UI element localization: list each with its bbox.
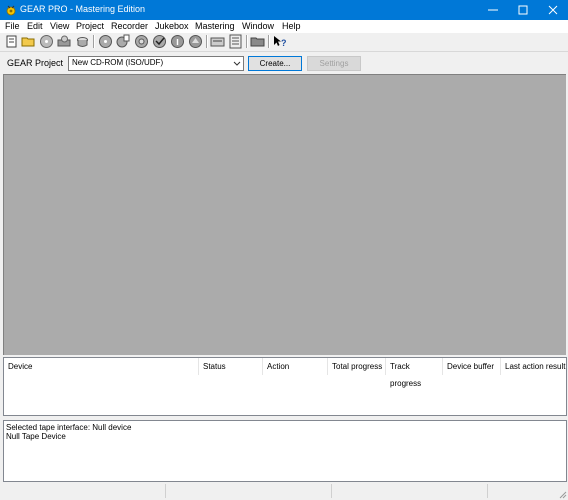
menu-edit[interactable]: Edit bbox=[27, 21, 43, 31]
new-document-icon[interactable] bbox=[4, 34, 19, 49]
resize-grip-icon[interactable] bbox=[557, 489, 567, 499]
menu-project[interactable]: Project bbox=[76, 21, 104, 31]
column-last-action-result[interactable]: Last action result bbox=[501, 358, 566, 375]
disc-icon[interactable] bbox=[39, 34, 54, 49]
toolbar-separator bbox=[93, 35, 95, 48]
maximize-button[interactable] bbox=[508, 0, 538, 20]
minimize-button[interactable] bbox=[478, 0, 508, 20]
column-total-progress[interactable]: Total progress bbox=[328, 358, 386, 375]
column-device-buffer[interactable]: Device buffer bbox=[443, 358, 501, 375]
status-segment bbox=[166, 484, 332, 498]
title-bar: GEAR PRO - Mastering Edition bbox=[0, 0, 568, 20]
device-list[interactable]: Device Status Action Total progress Trac… bbox=[3, 357, 567, 416]
svg-text:?: ? bbox=[281, 38, 287, 48]
toolbar-separator bbox=[246, 35, 248, 48]
create-button[interactable]: Create... bbox=[248, 56, 302, 71]
cd-info-icon[interactable] bbox=[170, 34, 185, 49]
chevron-down-icon bbox=[233, 61, 241, 66]
minimize-icon bbox=[488, 9, 498, 11]
cd-verify-icon[interactable] bbox=[152, 34, 167, 49]
folder-icon[interactable] bbox=[250, 34, 265, 49]
column-device[interactable]: Device bbox=[4, 358, 199, 375]
log-panel[interactable]: Selected tape interface: Null device Nul… bbox=[3, 420, 567, 482]
cd-icon[interactable] bbox=[98, 34, 113, 49]
project-bar: GEAR Project New CD-ROM (ISO/UDF) Create… bbox=[0, 51, 568, 74]
cd-settings-icon[interactable] bbox=[134, 34, 149, 49]
status-segment bbox=[0, 484, 166, 498]
settings-button[interactable]: Settings bbox=[307, 56, 361, 71]
menu-bar: File Edit View Project Recorder Jukebox … bbox=[0, 20, 568, 33]
recorder-icon[interactable] bbox=[75, 34, 90, 49]
project-label: GEAR Project bbox=[7, 58, 64, 68]
column-track-progress[interactable]: Track progress bbox=[386, 358, 443, 388]
toolbar: ? bbox=[0, 33, 568, 51]
status-segment bbox=[488, 484, 566, 498]
maximize-icon bbox=[518, 5, 528, 15]
workspace-area bbox=[3, 74, 566, 355]
log-line: Selected tape interface: Null device bbox=[6, 423, 132, 432]
device-icon[interactable] bbox=[210, 34, 225, 49]
toolbar-separator bbox=[268, 35, 270, 48]
properties-icon[interactable] bbox=[228, 34, 243, 49]
menu-mastering[interactable]: Mastering bbox=[195, 21, 235, 31]
menu-jukebox[interactable]: Jukebox bbox=[155, 21, 189, 31]
project-type-select[interactable]: New CD-ROM (ISO/UDF) bbox=[68, 56, 244, 71]
column-action[interactable]: Action bbox=[263, 358, 328, 375]
menu-view[interactable]: View bbox=[50, 21, 69, 31]
menu-recorder[interactable]: Recorder bbox=[111, 21, 148, 31]
column-status[interactable]: Status bbox=[199, 358, 263, 375]
gear-app-icon bbox=[6, 5, 16, 16]
menu-window[interactable]: Window bbox=[242, 21, 274, 31]
cd-eject-icon[interactable] bbox=[188, 34, 203, 49]
toolbar-separator bbox=[206, 35, 208, 48]
menu-help[interactable]: Help bbox=[282, 21, 301, 31]
log-line: Null Tape Device bbox=[6, 432, 66, 441]
open-disc-icon[interactable] bbox=[57, 34, 72, 49]
help-icon[interactable]: ? bbox=[272, 34, 287, 49]
status-bar bbox=[0, 483, 568, 500]
cd-copy-icon[interactable] bbox=[116, 34, 131, 49]
menu-file[interactable]: File bbox=[5, 21, 20, 31]
status-segment bbox=[332, 484, 488, 498]
close-icon bbox=[548, 5, 558, 15]
project-type-value: New CD-ROM (ISO/UDF) bbox=[72, 58, 164, 67]
window-title: GEAR PRO - Mastering Edition bbox=[20, 4, 146, 14]
open-folder-icon[interactable] bbox=[21, 34, 36, 49]
close-button[interactable] bbox=[538, 0, 568, 20]
